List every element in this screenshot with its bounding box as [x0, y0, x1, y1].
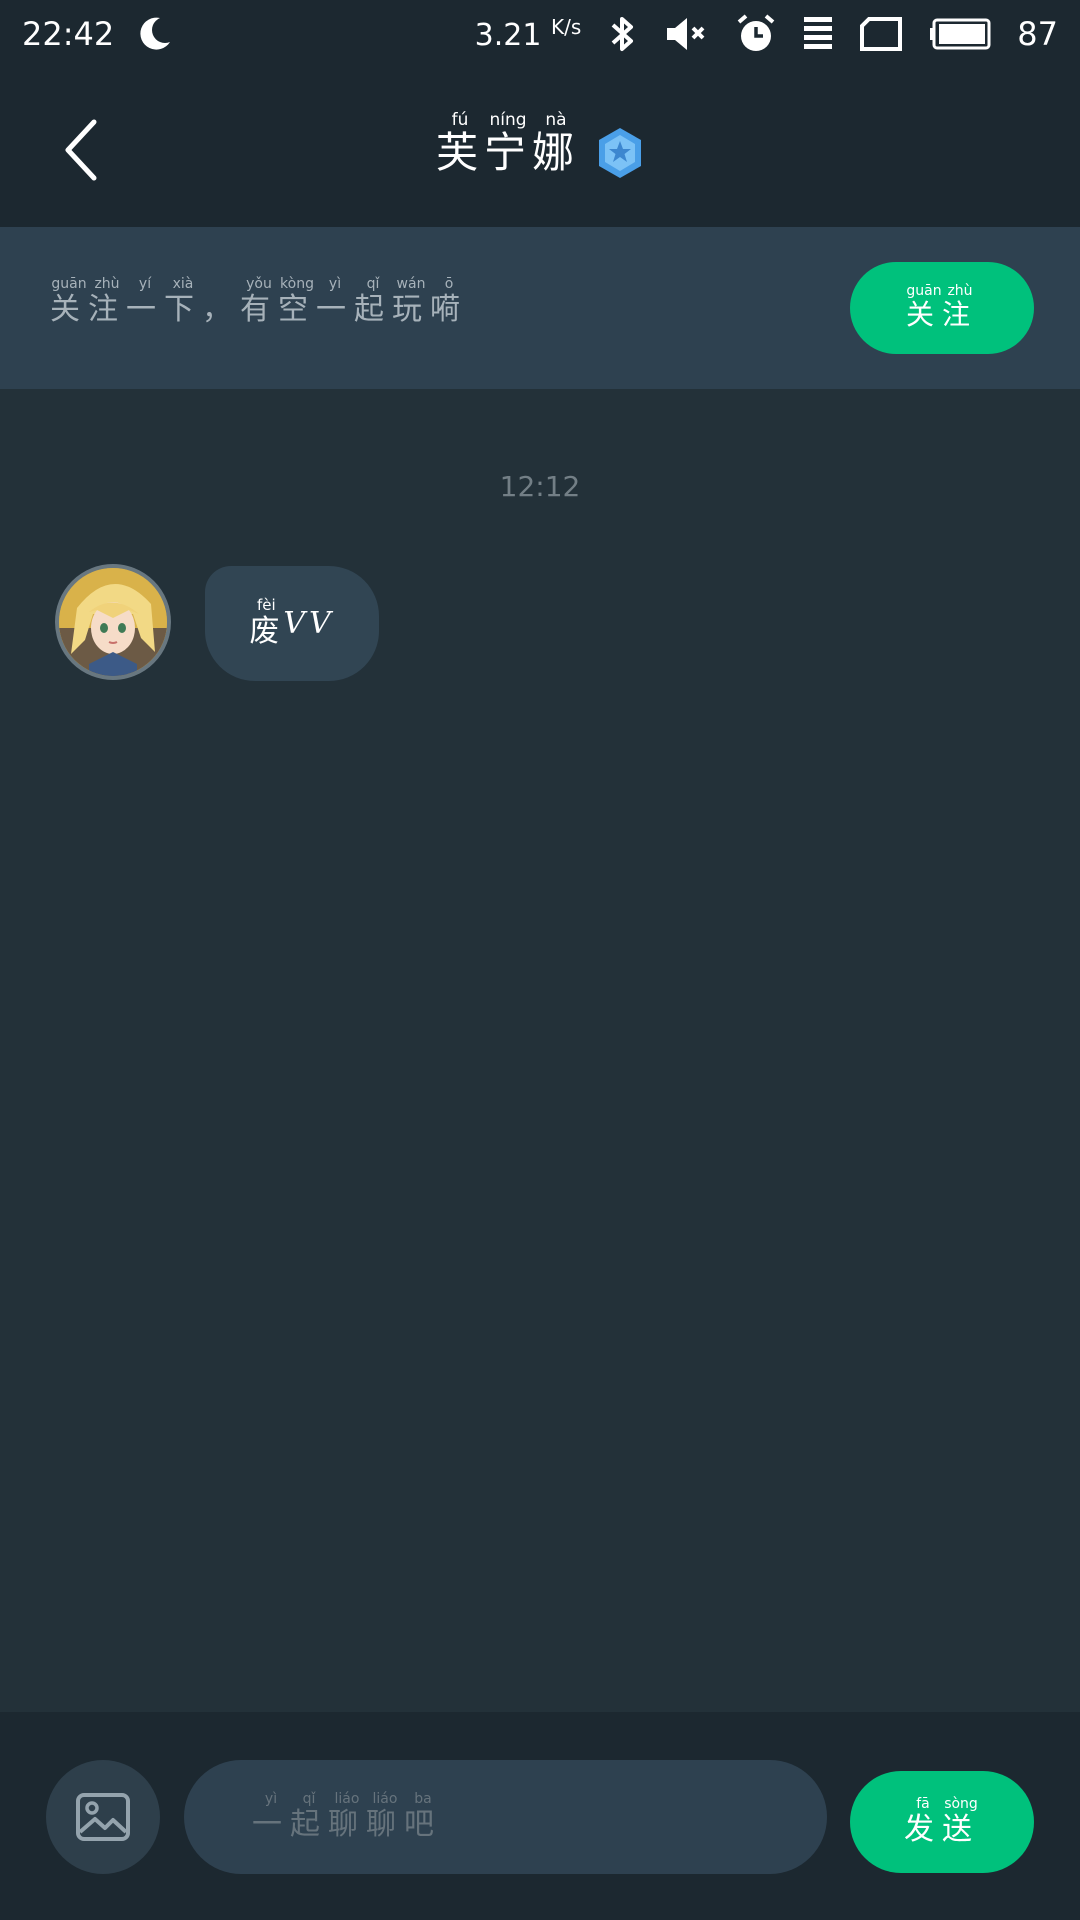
- annotated-char: ，: [202, 292, 240, 327]
- annotated-char: 注zhù: [942, 282, 979, 333]
- bluetooth-icon: [607, 14, 637, 54]
- char-glyph: 废: [249, 613, 284, 649]
- char-pinyin: fā: [904, 1795, 942, 1812]
- annotated-char: 关guān: [905, 282, 942, 333]
- char-glyph: 聊: [366, 1806, 404, 1842]
- annotated-char: 有yǒu: [240, 276, 278, 327]
- net-speed: 3.21 K/s: [475, 15, 582, 53]
- char-pinyin: ō: [430, 276, 468, 292]
- battery-icon: [929, 17, 991, 51]
- annotated-char: 一yì: [252, 1790, 290, 1843]
- mute-icon: [663, 14, 709, 54]
- chat-timestamp: 12:12: [499, 470, 581, 503]
- annotated-char: 一yì: [316, 276, 354, 327]
- verified-badge-icon: [596, 126, 644, 180]
- annotated-char: 聊liáo: [366, 1790, 404, 1843]
- char-glyph: 关: [905, 297, 942, 331]
- char-pinyin: zhù: [942, 282, 979, 299]
- char-pinyin: yì: [252, 1790, 290, 1807]
- annotated-char: 嗬ō: [430, 276, 468, 327]
- annotated-char: 起qǐ: [354, 276, 392, 327]
- char-pinyin: fèi: [249, 595, 284, 614]
- char-pinyin: guān: [50, 276, 88, 292]
- annotated-char: 玩wán: [392, 276, 430, 327]
- char-pinyin: liáo: [328, 1790, 366, 1807]
- char-glyph: 一: [252, 1806, 290, 1842]
- char-glyph: 吧: [404, 1806, 442, 1842]
- signal-icon: [803, 15, 833, 53]
- annotated-char: 送sòng: [942, 1795, 980, 1848]
- annotated-char: 下xià: [164, 276, 202, 327]
- annotated-char: 宁níng: [483, 110, 532, 177]
- annotated-char: 空kòng: [278, 276, 316, 327]
- message-text: VV: [283, 606, 335, 641]
- annotated-char: 注zhù: [88, 276, 126, 327]
- annotated-char: 娜nà: [532, 110, 581, 177]
- char-glyph: 娜: [532, 128, 581, 177]
- char-glyph: 发: [904, 1811, 942, 1847]
- annotated-char: 发fā: [904, 1795, 942, 1848]
- message-input[interactable]: 一yì 起qǐ 聊liáo 聊liáo 吧ba: [184, 1760, 827, 1874]
- char-glyph: 注: [942, 297, 979, 331]
- net-speed-unit: K/s: [551, 15, 582, 39]
- moon-icon: [134, 14, 174, 54]
- char-pinyin: níng: [483, 110, 532, 130]
- page-title: 芙fú宁níng娜nà: [435, 110, 581, 180]
- annotated-char: 芙fú: [435, 110, 484, 177]
- follow-prompt-text: 关guān注zhù一yí下xià，有yǒu空kòng一yì起qǐ玩wán嗬ō: [50, 276, 468, 328]
- sim-icon: [859, 16, 903, 52]
- char-glyph: 玩: [392, 292, 430, 327]
- char-glyph: 起: [354, 292, 392, 327]
- char-pinyin: ba: [404, 1790, 442, 1807]
- char-glyph: 送: [942, 1811, 980, 1847]
- status-bar: 22:42 3.21 K/s 87: [0, 0, 1080, 68]
- image-icon: [76, 1793, 130, 1841]
- char-pinyin: qǐ: [290, 1790, 328, 1807]
- send-button[interactable]: 发fā 送sòng: [850, 1771, 1034, 1873]
- char-glyph: 嗬: [430, 292, 468, 327]
- anime-girl-avatar-icon: [59, 568, 167, 676]
- annotated-char: 吧ba: [404, 1790, 442, 1843]
- char-pinyin: guān: [905, 282, 942, 299]
- char-pinyin: yí: [126, 276, 164, 292]
- char-glyph: 关: [50, 292, 88, 327]
- message-bubble[interactable]: 废fèi VV: [205, 566, 379, 681]
- follow-button[interactable]: 关guān 注zhù: [850, 262, 1034, 354]
- char-glyph: 聊: [328, 1806, 366, 1842]
- char-pinyin: wán: [392, 276, 430, 292]
- char-glyph: 宁: [483, 128, 532, 177]
- annotated-char: 废fèi: [249, 595, 284, 650]
- char-pinyin: nà: [532, 110, 581, 130]
- annotated-char: 起qǐ: [290, 1790, 328, 1843]
- char-pinyin: qǐ: [354, 276, 392, 292]
- char-glyph: 一: [316, 292, 354, 327]
- net-speed-value: 3.21: [474, 18, 542, 53]
- battery-level: 87: [1017, 15, 1058, 53]
- char-glyph: 一: [126, 292, 164, 327]
- avatar[interactable]: [55, 564, 171, 680]
- annotated-char: 一yí: [126, 276, 164, 327]
- char-glyph: 起: [290, 1806, 328, 1842]
- char-pinyin: yǒu: [240, 276, 278, 292]
- title-bar: 芙fú宁níng娜nà: [0, 68, 1080, 227]
- char-glyph: 有: [240, 292, 278, 327]
- char-pinyin: xià: [164, 276, 202, 292]
- image-button[interactable]: [46, 1760, 160, 1874]
- char-pinyin: liáo: [366, 1790, 404, 1807]
- char-pinyin: zhù: [88, 276, 126, 292]
- char-pinyin: kòng: [278, 276, 316, 292]
- char-glyph: 下: [164, 292, 202, 327]
- alarm-icon: [735, 13, 777, 55]
- status-time: 22:42: [22, 15, 115, 53]
- annotated-char: 聊liáo: [328, 1790, 366, 1843]
- char-glyph: 空: [278, 292, 316, 327]
- char-glyph: ，: [202, 292, 240, 327]
- char-pinyin: yì: [316, 276, 354, 292]
- char-glyph: 芙: [435, 128, 484, 177]
- char-pinyin: fú: [435, 110, 484, 130]
- char-pinyin: sòng: [942, 1795, 980, 1812]
- annotated-char: 关guān: [50, 276, 88, 327]
- char-glyph: 注: [88, 292, 126, 327]
